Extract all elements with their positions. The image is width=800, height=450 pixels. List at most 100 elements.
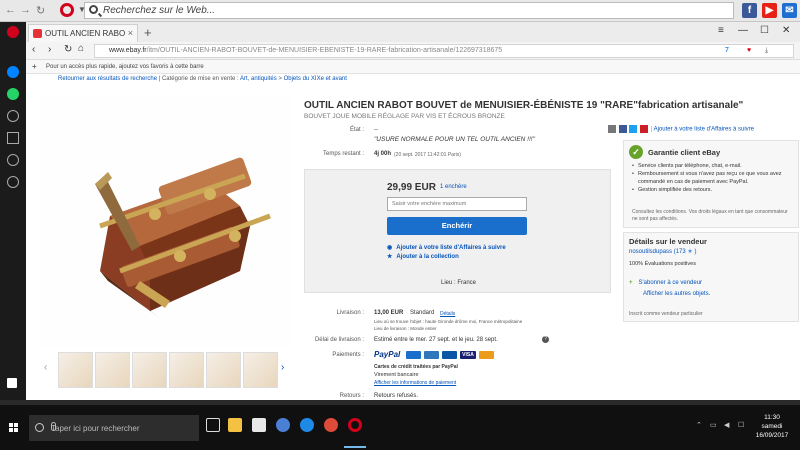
forward-icon[interactable]: › xyxy=(48,44,51,55)
task-view-icon[interactable] xyxy=(206,418,220,432)
url-path: /itm/OUTIL-ANCIEN-RABOT-BOUVET-de-MENUIS… xyxy=(146,47,503,54)
whatsapp-icon[interactable] xyxy=(7,88,19,100)
refresh-icon[interactable]: ↻ xyxy=(36,4,45,17)
forward-arrow-icon[interactable]: → xyxy=(20,4,31,16)
heart-icon[interactable]: ♥ xyxy=(747,47,751,54)
back-arrow-icon[interactable]: ← xyxy=(5,4,16,16)
close-window-icon[interactable]: ✕ xyxy=(782,25,790,36)
globe-app-icon[interactable] xyxy=(276,418,290,432)
paiements-label: Paiements : xyxy=(332,352,364,358)
news-icon[interactable] xyxy=(7,154,19,166)
maximize-icon[interactable]: ☐ xyxy=(760,25,769,36)
email-icon[interactable] xyxy=(608,125,616,133)
speed-dial-icon[interactable] xyxy=(7,110,19,122)
new-tab-button[interactable]: + xyxy=(144,25,152,40)
breadcrumb-separator: > xyxy=(278,76,282,82)
youtube-icon[interactable]: ▶ xyxy=(762,3,777,18)
volume-icon[interactable]: ◀ xyxy=(724,421,729,429)
facebook-icon[interactable]: f xyxy=(742,3,757,18)
opera-taskbar-icon[interactable] xyxy=(348,418,362,432)
etat-quote: "USURE NORMALE POUR UN TEL OUTIL ANCIEN … xyxy=(374,136,535,143)
tab-close-icon[interactable]: × xyxy=(128,28,133,38)
thumbs-prev-icon[interactable]: ‹ xyxy=(44,362,47,373)
cortana-icon xyxy=(35,423,44,432)
watchlist-link[interactable]: Ajouter à votre liste d'Affaires à suivr… xyxy=(654,127,754,133)
info-icon[interactable]: ? xyxy=(542,336,549,343)
adblock-badge[interactable]: 7 xyxy=(725,47,729,54)
sidebar-toggle-icon[interactable] xyxy=(7,378,17,388)
product-main-image[interactable] xyxy=(40,96,290,346)
back-to-results-link[interactable]: Retourner aux résultats de recherche xyxy=(58,76,157,82)
tray-chevron-icon[interactable]: ⌃ xyxy=(696,421,702,429)
reload-icon[interactable]: ↻ xyxy=(64,44,72,55)
category-link-art[interactable]: Art, antiquités xyxy=(240,76,277,82)
chrome-icon[interactable] xyxy=(324,418,338,432)
max-bid-input[interactable]: Saisir votre enchère maximum xyxy=(387,197,527,211)
download-icon[interactable]: ⤓ xyxy=(765,47,768,55)
clock-time: 11:30 xyxy=(764,414,780,421)
opera-menu-icon[interactable] xyxy=(7,26,19,38)
thumbnail[interactable] xyxy=(132,352,167,388)
add-bookmark-icon[interactable]: + xyxy=(32,62,37,71)
temps-detail: (20 sept. 2017 11:42:01 Paris) xyxy=(394,152,461,158)
livraison-value: 13,00 EUR xyxy=(374,310,404,316)
etat-label: État : xyxy=(349,127,364,133)
back-icon[interactable]: ‹ xyxy=(32,44,35,55)
seller-other-items-link[interactable]: Afficher les autres objets. xyxy=(643,291,710,297)
share-row: | Ajouter à votre liste d'Affaires à sui… xyxy=(608,125,754,133)
host-search-placeholder: Recherchez sur le Web... xyxy=(103,5,216,16)
bid-count-link[interactable]: 1 enchère xyxy=(440,184,467,190)
collection-link[interactable]: ★ Ajouter à la collection xyxy=(387,253,459,260)
tab-menu-icon[interactable]: ≡ xyxy=(718,25,724,36)
seller-name-row: nosoutilsdupass (173 ★ ) xyxy=(629,248,696,255)
twitter-share-icon[interactable] xyxy=(629,125,638,133)
messenger-icon[interactable] xyxy=(7,66,19,78)
taskbar-search-input[interactable]: Taper ici pour rechercher xyxy=(29,415,199,441)
thumbs-next-icon[interactable]: › xyxy=(281,362,284,373)
livraison-details-link[interactable]: Détails xyxy=(440,311,455,317)
collection-link-label: Ajouter à la collection xyxy=(396,254,459,260)
category-link-objets[interactable]: Objets du XIXe et avant xyxy=(284,76,347,82)
minimize-icon[interactable]: — xyxy=(738,25,748,36)
url-input[interactable]: www.ebay.fr/itm/OUTIL-ANCIEN-RABOT-BOUVE… xyxy=(94,44,794,58)
clock-day: samedi xyxy=(761,423,783,430)
thumbnail[interactable] xyxy=(243,352,278,388)
guarantee-item: Gestion simplifiée des retours. xyxy=(632,186,792,194)
tab-ebay[interactable]: OUTIL ANCIEN RABOT BO × xyxy=(28,24,138,42)
home-icon[interactable]: ⌂ xyxy=(78,43,84,54)
thumbnail[interactable] xyxy=(169,352,204,388)
watch-link[interactable]: ◉ Ajouter à votre liste d'Affaires à suiv… xyxy=(387,244,506,251)
share-separator: | xyxy=(650,126,653,133)
heart-icon[interactable] xyxy=(7,132,19,144)
seller-score[interactable]: (173 xyxy=(674,249,686,255)
windows-start-icon[interactable] xyxy=(9,423,19,433)
edge-icon[interactable] xyxy=(300,418,314,432)
mail-icon[interactable]: ✉ xyxy=(782,3,797,18)
thumbnail[interactable] xyxy=(206,352,241,388)
bookmarks-prompt: Pour un accès plus rapide, ajoutez vos f… xyxy=(46,64,204,70)
seller-name-link[interactable]: nosoutilsdupass xyxy=(629,249,672,255)
guarantee-list: Service clients par téléphone, chat, e-m… xyxy=(632,162,792,194)
host-search-input[interactable]: Recherchez sur le Web... xyxy=(84,2,734,19)
thumbnail[interactable] xyxy=(95,352,130,388)
seller-score-end: ) xyxy=(694,249,697,255)
guarantee-note: Consultez les conditions. Vos droits lég… xyxy=(632,209,788,222)
livraison-method: Standard xyxy=(410,310,435,316)
notification-icon[interactable]: ☐ xyxy=(738,421,744,429)
network-icon[interactable]: ▭ xyxy=(710,421,717,429)
follow-seller-link[interactable]: S'abonner à ce vendeur xyxy=(629,280,703,286)
pinterest-share-icon[interactable] xyxy=(640,125,649,133)
opera-logo-icon[interactable] xyxy=(60,3,74,17)
facebook-share-icon[interactable] xyxy=(618,125,627,133)
clock[interactable]: 11:30 samedi 16/09/2017 xyxy=(752,413,792,440)
seller-panel: Détails sur le vendeur nosoutilsdupass (… xyxy=(623,232,799,322)
thumbnail[interactable] xyxy=(58,352,93,388)
guarantee-item: Remboursement si vous n'avez pas reçu ce… xyxy=(632,170,792,186)
microphone-icon[interactable] xyxy=(51,422,56,431)
file-explorer-icon[interactable] xyxy=(228,418,242,432)
store-icon[interactable] xyxy=(252,418,266,432)
history-icon[interactable] xyxy=(7,176,19,188)
bid-button[interactable]: Enchérir xyxy=(387,217,527,235)
payment-info-link[interactable]: Afficher les informations de paiement xyxy=(374,380,456,386)
seller-type: Inscrit comme vendeur particulier xyxy=(629,311,703,317)
